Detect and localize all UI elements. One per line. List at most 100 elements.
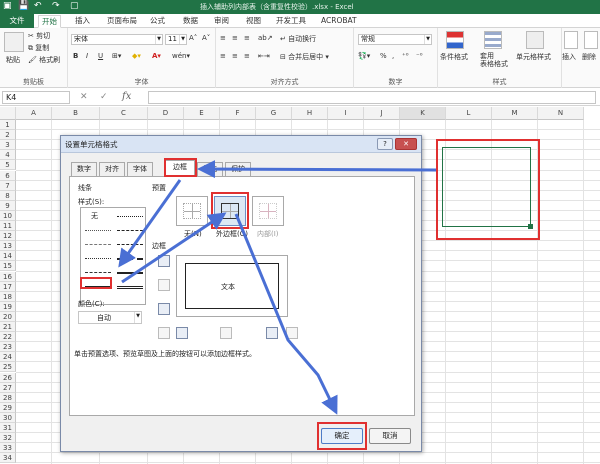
row-header-32[interactable]: 32: [0, 433, 16, 444]
row-header-25[interactable]: 25: [0, 362, 16, 373]
preset-none-button[interactable]: [176, 196, 208, 226]
tab-page-layout[interactable]: 页面布局: [104, 15, 140, 28]
grow-font-icon[interactable]: A˄: [189, 34, 197, 42]
row-header-21[interactable]: 21: [0, 322, 16, 332]
line-style-option[interactable]: [85, 258, 111, 259]
copy-button[interactable]: ⧉ 复制: [28, 43, 49, 53]
row-header-14[interactable]: 14: [0, 251, 16, 262]
number-format-select[interactable]: 常规 ▼: [358, 34, 432, 45]
italic-button[interactable]: I: [86, 52, 88, 60]
tab-review[interactable]: 审阅: [211, 15, 232, 28]
new-file-icon[interactable]: ▢: [70, 1, 79, 11]
tab-alignment[interactable]: 对齐: [99, 162, 125, 176]
line-color-select[interactable]: 自动 ▼: [78, 311, 142, 324]
column-header-h[interactable]: H: [292, 107, 328, 120]
row-header-30[interactable]: 30: [0, 412, 16, 423]
border-right-button[interactable]: [266, 327, 278, 339]
border-top-button[interactable]: [158, 255, 170, 267]
column-header-d[interactable]: D: [148, 107, 184, 120]
help-button[interactable]: ?: [377, 138, 393, 150]
format-as-table-button[interactable]: 套用 表格格式: [480, 52, 508, 68]
enter-icon[interactable]: ✓: [100, 92, 108, 102]
border-diagonal-down-button[interactable]: [286, 327, 298, 339]
column-header-l[interactable]: L: [446, 107, 492, 120]
underline-button[interactable]: U: [98, 52, 103, 60]
tab-fill[interactable]: 填充: [197, 162, 223, 176]
row-header-12[interactable]: 12: [0, 231, 16, 242]
tab-file[interactable]: 文件: [0, 14, 34, 28]
increase-decimal-icon[interactable]: ⁺⁰: [402, 52, 409, 60]
row-header-13[interactable]: 13: [0, 241, 16, 252]
row-header-31[interactable]: 31: [0, 423, 16, 433]
column-header-k[interactable]: K: [400, 107, 446, 120]
tab-home[interactable]: 开始: [38, 15, 61, 28]
shrink-font-icon[interactable]: A˅: [202, 34, 210, 42]
cut-button[interactable]: ✂ 剪切: [28, 31, 50, 41]
preset-inside-button[interactable]: [252, 196, 284, 226]
column-header-m[interactable]: M: [492, 107, 538, 120]
row-header-7[interactable]: 7: [0, 180, 16, 191]
tab-data[interactable]: 数据: [180, 15, 201, 28]
row-header-11[interactable]: 11: [0, 221, 16, 231]
tab-view[interactable]: 视图: [243, 15, 264, 28]
row-header-8[interactable]: 8: [0, 190, 16, 201]
decrease-decimal-icon[interactable]: ⁻⁰: [416, 52, 423, 60]
align-middle-icon[interactable]: ≡: [232, 34, 238, 42]
column-header-n[interactable]: N: [538, 107, 584, 120]
row-header-23[interactable]: 23: [0, 342, 16, 353]
tab-number[interactable]: 数字: [71, 162, 97, 176]
merge-center-button[interactable]: ⊟ 合并后居中 ▾: [280, 52, 329, 62]
border-inside-vertical-button[interactable]: [220, 327, 232, 339]
comma-button[interactable]: ,: [392, 52, 394, 60]
column-header-g[interactable]: G: [256, 107, 292, 120]
percent-button[interactable]: %: [380, 52, 387, 60]
formula-input[interactable]: [148, 91, 596, 104]
row-header-22[interactable]: 22: [0, 332, 16, 343]
font-name-select[interactable]: 宋体 ▼: [71, 34, 163, 45]
paste-button[interactable]: 粘贴: [6, 55, 20, 65]
name-box[interactable]: K4: [2, 91, 70, 104]
column-header-e[interactable]: E: [184, 107, 220, 120]
insert-cells-icon[interactable]: [564, 31, 578, 49]
cancel-icon[interactable]: ✕: [80, 92, 88, 102]
line-style-option[interactable]: [85, 272, 111, 273]
line-style-option[interactable]: [85, 244, 111, 245]
border-diagonal-up-button[interactable]: [158, 327, 170, 339]
row-header-27[interactable]: 27: [0, 382, 16, 393]
tab-developer[interactable]: 开发工具: [273, 15, 309, 28]
column-header-f[interactable]: F: [220, 107, 256, 120]
bold-button[interactable]: B: [73, 52, 78, 60]
tab-acrobat[interactable]: ACROBAT: [318, 15, 360, 28]
select-all-corner[interactable]: [0, 107, 16, 120]
row-header-10[interactable]: 10: [0, 210, 16, 221]
paste-icon[interactable]: [4, 32, 24, 52]
row-header-2[interactable]: 2: [0, 130, 16, 141]
tab-protection[interactable]: 保护: [225, 162, 251, 176]
save-icon[interactable]: 💾: [18, 1, 29, 11]
line-style-option[interactable]: [117, 244, 143, 245]
cancel-button[interactable]: 取消: [369, 428, 411, 444]
column-header-a[interactable]: A: [16, 107, 52, 120]
orientation-icon[interactable]: ab↗: [258, 34, 273, 42]
row-header-29[interactable]: 29: [0, 402, 16, 413]
fill-color-icon[interactable]: ◆▾: [132, 52, 141, 60]
redo-icon[interactable]: ↷: [52, 1, 60, 11]
row-header-17[interactable]: 17: [0, 281, 16, 292]
conditional-format-icon[interactable]: [446, 31, 464, 49]
line-style-option[interactable]: [117, 258, 143, 260]
row-header-9[interactable]: 9: [0, 200, 16, 211]
row-header-20[interactable]: 20: [0, 311, 16, 322]
align-right-icon[interactable]: ≡: [244, 52, 250, 60]
delete-cells-icon[interactable]: [584, 31, 598, 49]
cell-styles-icon[interactable]: [526, 31, 544, 49]
border-bottom-button[interactable]: [158, 303, 170, 315]
insert-cells-button[interactable]: 插入: [562, 52, 576, 62]
undo-icon[interactable]: ↶: [34, 1, 42, 11]
tab-insert[interactable]: 插入: [72, 15, 93, 28]
row-header-18[interactable]: 18: [0, 291, 16, 302]
line-style-none[interactable]: 无: [91, 211, 98, 221]
line-style-option[interactable]: [85, 230, 111, 231]
format-painter-button[interactable]: 🖌 格式刷: [28, 55, 60, 65]
row-header-4[interactable]: 4: [0, 150, 16, 161]
column-header-j[interactable]: J: [364, 107, 400, 120]
